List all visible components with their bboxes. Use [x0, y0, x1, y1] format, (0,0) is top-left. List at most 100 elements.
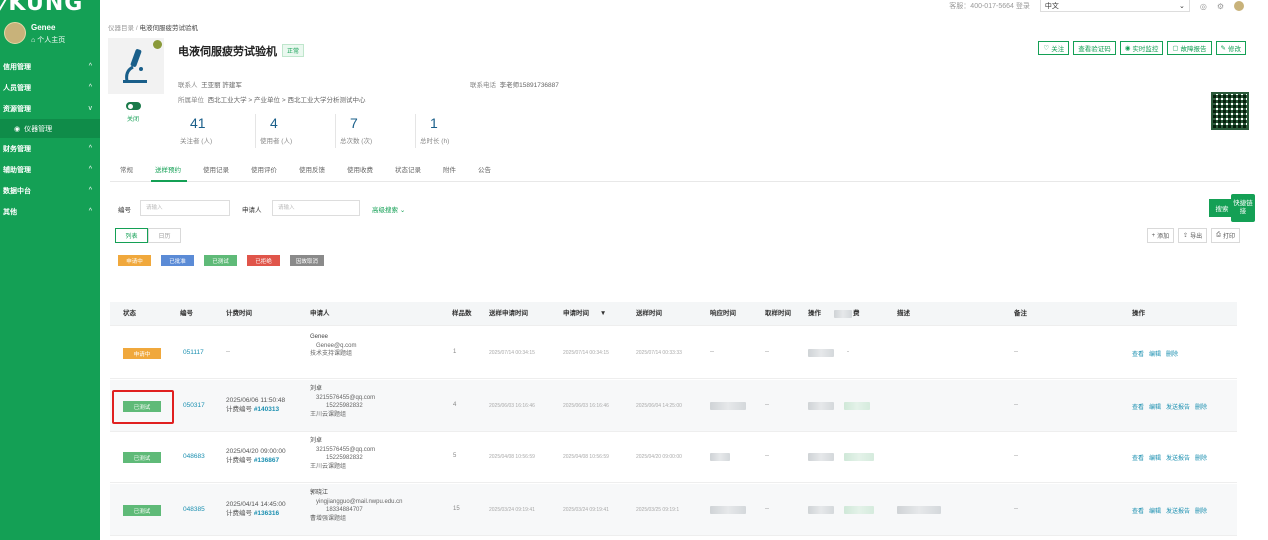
sidebar-item-data-center[interactable]: 数据中台 ^: [0, 180, 100, 201]
fee-no-link[interactable]: #140313: [254, 406, 279, 413]
view-link[interactable]: 查看: [1132, 402, 1144, 411]
view-verify-code-button[interactable]: 查看验证码: [1073, 41, 1116, 55]
avatar[interactable]: [4, 22, 26, 44]
sidebar-item-auxiliary[interactable]: 辅助管理 ^: [0, 159, 100, 180]
quick-link-button[interactable]: 快捷链接: [1231, 194, 1255, 222]
phone-value: 李老师15891736887: [499, 82, 559, 89]
tab-announcements[interactable]: 公告: [468, 160, 503, 181]
tab-usage-feedback[interactable]: 使用反馈: [289, 160, 337, 181]
sort-icon[interactable]: ▼: [600, 310, 606, 317]
tab-usage-records[interactable]: 使用记录: [193, 160, 241, 181]
tab-usage-fees[interactable]: 使用收费: [337, 160, 385, 181]
row-sample-count: 5: [453, 453, 457, 459]
phone-info: 联系电话 李老师15891736887: [470, 79, 559, 89]
code-filter-input[interactable]: 请输入: [140, 200, 230, 216]
sidebar-item-credit[interactable]: 信用管理 ^: [0, 56, 100, 77]
sidebar-item-instruments[interactable]: ◉ 仪器管理: [0, 119, 100, 138]
help-icon[interactable]: ◎: [1200, 2, 1207, 11]
row-fee-time-block: 2025/04/14 14:45:00 计费编号 #136316: [226, 500, 286, 518]
chevron-up-icon: ^: [88, 208, 92, 215]
button-label: 打印: [1222, 234, 1235, 240]
table-row: 申请中 051117 -- Genee Genee@q.com 技术支持课题组 …: [110, 327, 1237, 379]
row-code-link[interactable]: 048385: [183, 506, 205, 513]
send-report-link[interactable]: 发送报告: [1166, 402, 1190, 411]
col-sample-count: 样品数: [452, 310, 472, 317]
sidebar-item-resources[interactable]: 资源管理 v: [0, 98, 100, 119]
power-toggle[interactable]: [126, 102, 141, 110]
sidebar-item-label: 其他: [3, 208, 17, 216]
sidebar-item-people[interactable]: 人员管理 ^: [0, 77, 100, 98]
add-button[interactable]: + 添加: [1146, 228, 1175, 243]
document-icon: ▢: [1172, 45, 1179, 52]
tab-attachments[interactable]: 附件: [433, 160, 468, 181]
home-link[interactable]: ⌂ 个人主页: [31, 35, 65, 45]
applicant-group: 技术支持课题组: [310, 351, 353, 357]
phone-label: 联系电话: [470, 82, 496, 89]
delete-link[interactable]: 删除: [1195, 402, 1207, 411]
upload-icon: ⇪: [1183, 233, 1189, 239]
instrument-image: [108, 38, 164, 94]
row-sample-apply-time: 2025/07/14 00:34:15: [489, 350, 535, 356]
tab-general[interactable]: 常规: [110, 160, 145, 181]
user-block: Genee ⌂ 个人主页: [4, 20, 98, 48]
row-code-link[interactable]: 048683: [183, 453, 205, 460]
row-status-badge: 已测试: [123, 505, 161, 516]
export-button[interactable]: ⇪ 导出: [1178, 228, 1208, 243]
send-report-link[interactable]: 发送报告: [1166, 453, 1190, 462]
edit-link[interactable]: 编辑: [1149, 506, 1161, 515]
delete-link[interactable]: 删除: [1166, 349, 1178, 358]
fee-no-label: 计费编号: [226, 457, 252, 464]
settings-icon[interactable]: ⚙: [1217, 2, 1224, 11]
applicant-filter-input[interactable]: 请输入: [272, 200, 360, 216]
app-logo[interactable]: ⁄KUNG: [2, 0, 83, 15]
sidebar-item-other[interactable]: 其他 ^: [0, 201, 100, 222]
edit-link[interactable]: 编辑: [1149, 349, 1161, 358]
view-link[interactable]: 查看: [1132, 349, 1144, 358]
chevron-up-icon: ^: [88, 166, 92, 173]
follow-button[interactable]: ♡ 关注: [1038, 41, 1070, 55]
fault-report-button[interactable]: ▢ 故障报告: [1167, 41, 1212, 55]
table-row: 已测试 048683 2025/04/20 09:00:00 计费编号 #136…: [110, 433, 1237, 483]
row-actions: 查看 编辑 删除: [1132, 349, 1178, 358]
live-monitor-button[interactable]: ◉ 实时监控: [1119, 41, 1164, 55]
tab-status-records[interactable]: 状态记录: [385, 160, 433, 181]
tab-sample-booking[interactable]: 送样预约: [145, 160, 193, 182]
delete-link[interactable]: 删除: [1195, 453, 1207, 462]
row-code-link[interactable]: 051117: [183, 349, 204, 356]
view-link[interactable]: 查看: [1132, 506, 1144, 515]
row-code-link[interactable]: 050317: [183, 402, 205, 409]
sidebar-item-finance[interactable]: 财务管理 ^: [0, 138, 100, 159]
row-sample-count: 1: [453, 349, 457, 355]
button-label: 实时监控: [1132, 46, 1159, 53]
list-view-button[interactable]: 列表: [115, 228, 148, 243]
applicant-phone: 15225982832: [326, 403, 363, 409]
breadcrumb-parent[interactable]: 仪器目录: [108, 25, 134, 32]
calendar-view-button[interactable]: 日历: [148, 228, 181, 243]
delete-link[interactable]: 删除: [1195, 506, 1207, 515]
tab-usage-reviews[interactable]: 使用评价: [241, 160, 289, 181]
chevron-up-icon: ^: [88, 63, 92, 70]
edit-button[interactable]: ✎ 修改: [1215, 41, 1246, 55]
print-button[interactable]: ⎙ 打印: [1211, 228, 1240, 243]
send-report-link[interactable]: 发送报告: [1166, 506, 1190, 515]
advanced-search-toggle[interactable]: 高级搜索 ⌄: [372, 204, 405, 214]
fee-no-link[interactable]: #136867: [254, 457, 279, 464]
edit-link[interactable]: 编辑: [1149, 453, 1161, 462]
row-send-time: 2025/04/20 09:00:00: [636, 454, 682, 460]
chevron-up-icon: ^: [88, 187, 92, 194]
certified-badge-icon: [153, 40, 162, 49]
advanced-search-label: 高级搜索: [372, 207, 398, 214]
fee-no-link[interactable]: #136316: [254, 510, 279, 517]
top-user-menu[interactable]: [1234, 1, 1244, 11]
contact-info: 联系人 王亚丽 許建军: [178, 79, 242, 89]
row-sample-apply-time: 2025/03/24 09:19:41: [489, 507, 535, 513]
language-select[interactable]: 中文 ⌄: [1039, 0, 1190, 12]
edit-link[interactable]: 编辑: [1149, 402, 1161, 411]
view-link[interactable]: 查看: [1132, 453, 1144, 462]
col-actions: 操作: [1132, 310, 1145, 317]
chevron-down-icon: v: [88, 105, 93, 112]
row-sample-count: 4: [453, 402, 457, 408]
row-take-time: --: [765, 453, 769, 459]
stat-followers: 41 关注者 (人): [176, 114, 256, 148]
col-apply-time[interactable]: 申请时间 ▼: [563, 302, 606, 326]
